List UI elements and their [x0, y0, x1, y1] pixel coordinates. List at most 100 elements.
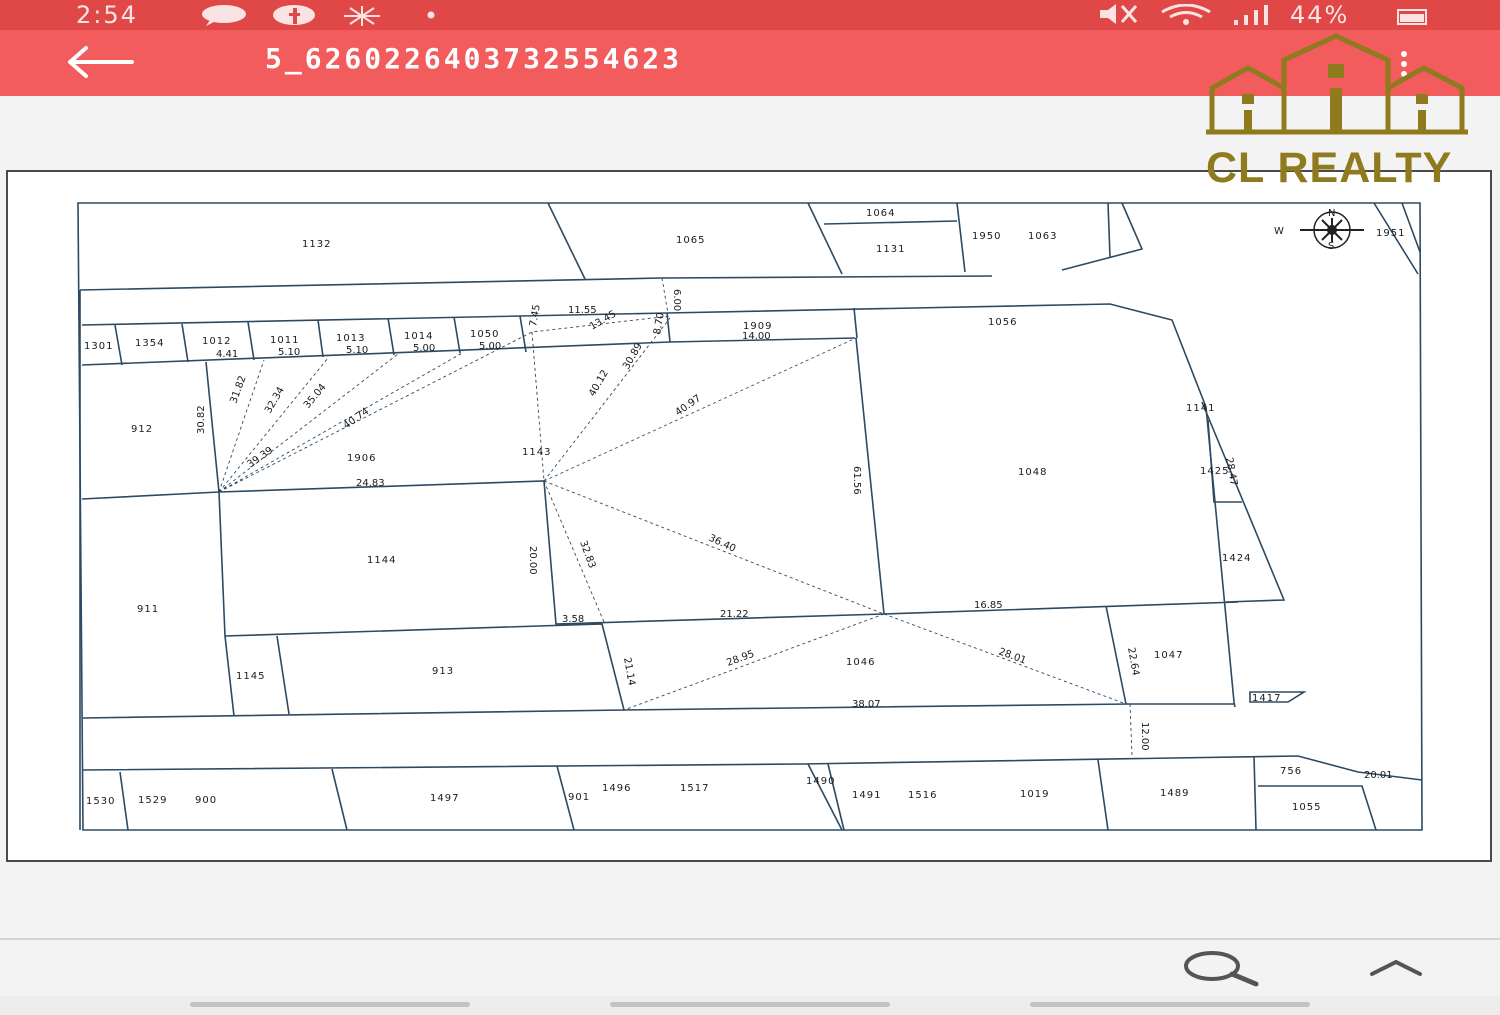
dim-label: 20.00 — [527, 546, 538, 575]
cl-realty-logo: CL REALTY — [1200, 30, 1475, 200]
dim-label: 38.07 — [852, 699, 881, 710]
dim-label: 6.00 — [671, 289, 682, 311]
page-title: 5_6260226403732554623 — [265, 42, 683, 75]
lot-label: 1063 — [1028, 231, 1057, 242]
dim-label: 39.39 — [245, 445, 275, 470]
lot-label: 1489 — [1160, 788, 1189, 799]
mute-icon — [1100, 4, 1138, 24]
dim-label: 30.89 — [621, 341, 645, 371]
lot-label: 1144 — [367, 555, 396, 566]
dim-label: 21.14 — [621, 657, 637, 687]
dim-label: 36.40 — [707, 533, 738, 555]
lot-label: 1141 — [1186, 403, 1215, 414]
lot-label: 912 — [131, 424, 153, 435]
dim-label: 40.12 — [587, 368, 611, 398]
dim-label: 7.45 — [528, 304, 543, 328]
lot-label: 1046 — [846, 657, 875, 668]
dim-label: 30.82 — [196, 405, 207, 434]
status-bar: 2:54 44% — [0, 0, 1500, 30]
lot-label: 1145 — [236, 671, 265, 682]
houses-logo-icon — [1206, 33, 1468, 135]
lot-label: 1530 — [86, 796, 115, 807]
lot-label: 901 — [568, 792, 590, 803]
dim-label: 16.85 — [974, 600, 1003, 611]
cloud-icon — [344, 6, 380, 26]
dim-label: 5.00 — [413, 343, 435, 354]
battery-percent: 44% — [1290, 1, 1350, 29]
system-nav-bar — [0, 996, 1500, 1015]
battery-icon — [1397, 9, 1427, 25]
dim-label: 40.74 — [341, 406, 371, 431]
lot-label: 1491 — [852, 790, 881, 801]
lot-label: 1496 — [602, 783, 631, 794]
lot-label: 1055 — [1292, 802, 1321, 813]
lot-label: 900 — [195, 795, 217, 806]
lot-label: 1143 — [522, 447, 551, 458]
dim-label: 20.01 — [1364, 770, 1393, 781]
lot-label: 1048 — [1018, 467, 1047, 478]
dim-label: 11.55 — [568, 305, 597, 316]
dim-label: 5.10 — [278, 347, 300, 358]
dim-label: 24.83 — [356, 478, 385, 489]
dim-label: 31.82 — [228, 374, 248, 405]
chat-bubble-icon — [202, 5, 246, 26]
nav-pill-right[interactable] — [1030, 1002, 1310, 1007]
lot-label: 1014 — [404, 331, 433, 342]
compass-s: S — [1328, 241, 1334, 252]
arrow-left-icon[interactable] — [66, 44, 136, 80]
signal-icon — [1234, 5, 1268, 25]
lot-label: 1131 — [876, 244, 905, 255]
dim-label: 28.47 — [1223, 457, 1239, 487]
chevron-up-icon[interactable] — [1366, 950, 1426, 984]
lot-label: 1047 — [1154, 650, 1183, 661]
nav-pill-left[interactable] — [190, 1002, 470, 1007]
dim-label: 28.95 — [725, 649, 756, 669]
lot-label: 1354 — [135, 338, 164, 349]
survey-plan-drawing: N S W 1132 1065 1064 1131 1950 1063 1951… — [77, 202, 1423, 831]
facebook-icon — [273, 5, 315, 25]
dim-label: 21.22 — [720, 609, 749, 620]
lot-label: 1497 — [430, 793, 459, 804]
lot-label: 1950 — [972, 231, 1001, 242]
lot-label: 1417 — [1252, 693, 1281, 704]
dim-label: 14.00 — [742, 331, 771, 342]
lot-label: 1019 — [1020, 789, 1049, 800]
compass-n: N — [1328, 208, 1335, 219]
lot-label: 1490 — [806, 776, 835, 787]
dim-label: 32.34 — [263, 385, 287, 415]
lot-label: 1906 — [347, 453, 376, 464]
dim-label: 22.64 — [1125, 647, 1141, 677]
lot-label: 1012 — [202, 336, 231, 347]
lot-label: 756 — [1280, 766, 1302, 777]
dim-label: 5.10 — [346, 345, 368, 356]
lot-label: 1517 — [680, 783, 709, 794]
dim-label: 5.00 — [479, 341, 501, 352]
nav-pill-center[interactable] — [610, 1002, 890, 1007]
dim-label: 28.01 — [997, 646, 1028, 666]
survey-plan-image: N S W 1132 1065 1064 1131 1950 1063 1951… — [6, 170, 1492, 862]
dim-label: 12.00 — [1139, 722, 1150, 751]
lot-label: 1050 — [470, 329, 499, 340]
dim-label: 61.56 — [851, 466, 862, 495]
lot-label: 1951 — [1376, 228, 1405, 239]
dim-label: 8.70 — [652, 312, 667, 336]
lot-label: 1301 — [84, 341, 113, 352]
dot-icon — [427, 11, 435, 19]
compass-w: W — [1274, 226, 1284, 237]
logo-text: CL REALTY — [1206, 144, 1453, 192]
dim-label: 3.58 — [562, 614, 584, 625]
bottom-divider — [0, 938, 1500, 940]
lot-label: 913 — [432, 666, 454, 677]
status-time: 2:54 — [76, 1, 138, 29]
lot-label: 1056 — [988, 317, 1017, 328]
search-icon[interactable] — [1182, 948, 1262, 988]
lot-label: 1132 — [302, 239, 331, 250]
wifi-icon — [1161, 4, 1211, 25]
lot-label: 911 — [137, 604, 159, 615]
lot-label: 1424 — [1222, 553, 1251, 564]
lot-label: 1065 — [676, 235, 705, 246]
dim-label: 35.04 — [302, 382, 329, 411]
lot-label: 1011 — [270, 335, 299, 346]
dim-label: 4.41 — [216, 349, 238, 360]
lot-label: 1013 — [336, 333, 365, 344]
